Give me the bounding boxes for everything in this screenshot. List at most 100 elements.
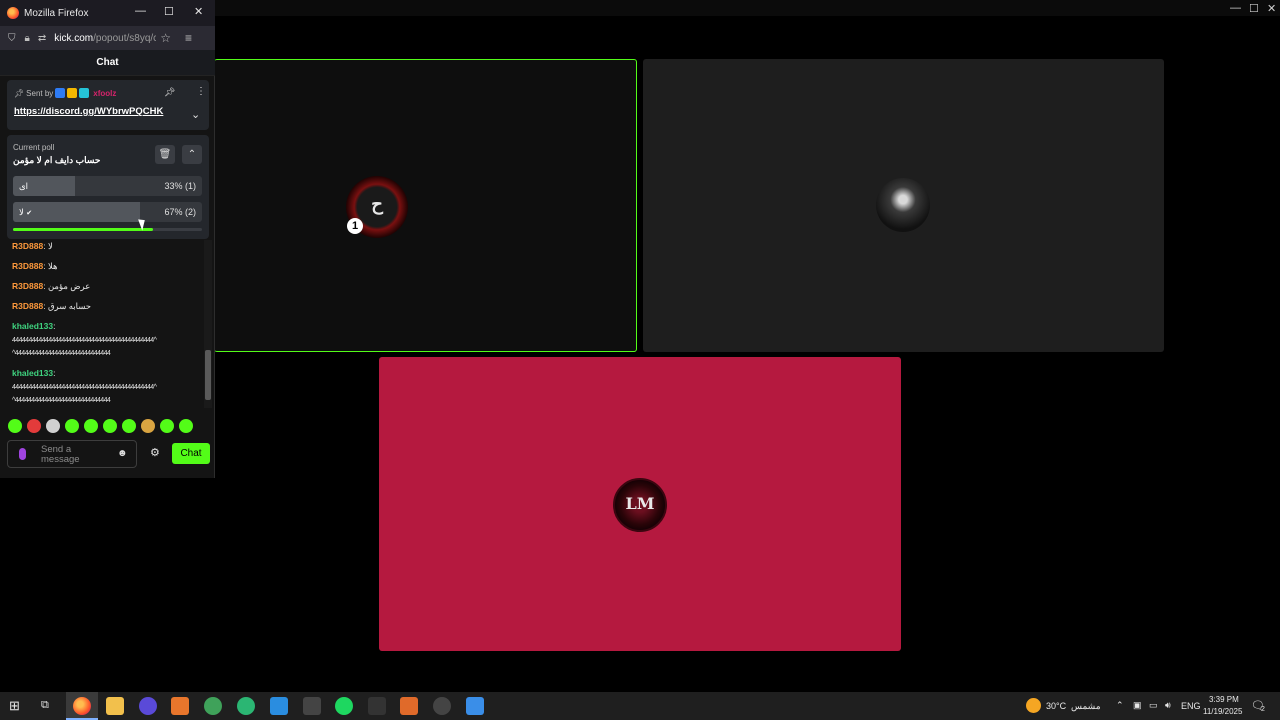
language-indicator[interactable]: ENG bbox=[1181, 701, 1201, 711]
address-bar[interactable]: ⛉ 🔒︎ ⇄ kick.com/popout/s8yq/ch ☆ ≡ bbox=[0, 26, 215, 50]
chat-message: R3D888: هلا bbox=[12, 261, 58, 271]
emote-icon[interactable] bbox=[8, 419, 22, 433]
app-icon[interactable] bbox=[433, 697, 451, 715]
chat-text: 4444444444444444444444444444444444444444… bbox=[12, 384, 157, 391]
vscode-icon[interactable] bbox=[270, 697, 288, 715]
chat-username[interactable]: R3D888 bbox=[12, 261, 43, 271]
emote-icon[interactable] bbox=[65, 419, 79, 433]
permissions-icon[interactable]: ⇄ bbox=[38, 33, 46, 44]
chat-header: Chat bbox=[0, 50, 215, 76]
clock-date[interactable]: 11/19/2025 bbox=[1203, 707, 1242, 716]
poll-option[interactable]: اى 33% (1) bbox=[13, 176, 202, 196]
chat-message: R3D888: لا bbox=[12, 241, 53, 251]
emote-icon[interactable] bbox=[160, 419, 174, 433]
poll-time-progress bbox=[13, 228, 202, 231]
chat-message-input[interactable]: Send a message ☻ bbox=[7, 440, 137, 468]
maximize-icon[interactable]: ☐ bbox=[1249, 2, 1259, 15]
chat-text: ^44444444444444444444444444444 bbox=[12, 397, 111, 404]
delete-poll-button[interactable]: 🗑︎ bbox=[155, 145, 175, 164]
notification-count: 2 bbox=[1261, 706, 1265, 713]
start-windows-icon[interactable]: ⊞ bbox=[9, 698, 20, 714]
badge-icon bbox=[55, 88, 66, 98]
emote-icon[interactable] bbox=[122, 419, 136, 433]
bookmark-star-icon[interactable]: ☆ bbox=[160, 31, 171, 45]
shield-icon[interactable]: ⛉ bbox=[8, 33, 16, 44]
app-icon[interactable] bbox=[237, 697, 255, 715]
chat-text: لا bbox=[47, 241, 53, 251]
emote-icon[interactable] bbox=[179, 419, 193, 433]
menu-icon[interactable]: ≡ bbox=[185, 31, 192, 45]
file-explorer-icon[interactable] bbox=[106, 697, 124, 715]
emote-bar bbox=[8, 419, 193, 433]
current-poll: Current poll حساب دايف ام لا مؤمن 🗑︎ ⌃ ا… bbox=[7, 135, 209, 239]
app-icon[interactable] bbox=[139, 697, 157, 715]
chat-text: عرض مؤمن bbox=[47, 281, 91, 291]
scrollbar-thumb[interactable] bbox=[205, 350, 211, 400]
chat-username[interactable]: R3D888 bbox=[12, 281, 43, 291]
chevron-down-icon[interactable]: ⌄ bbox=[191, 108, 200, 121]
clock-time[interactable]: 3:39 PM bbox=[1209, 695, 1239, 704]
network-icon[interactable]: ▭ bbox=[1149, 700, 1158, 711]
spotify-icon[interactable] bbox=[335, 697, 353, 715]
participant-avatar: LM bbox=[613, 478, 667, 532]
app-icon[interactable] bbox=[466, 697, 484, 715]
close-icon[interactable]: ✕ bbox=[194, 5, 203, 18]
crown-badge-icon bbox=[67, 88, 78, 98]
maximize-icon[interactable]: ☐ bbox=[164, 5, 174, 18]
minimize-icon[interactable]: — bbox=[1230, 2, 1241, 14]
emoji-icon[interactable]: ☻ bbox=[117, 448, 128, 459]
chat-scrollbar[interactable] bbox=[204, 240, 212, 408]
emote-icon[interactable] bbox=[103, 419, 117, 433]
chat-input-row: Send a message ☻ ⚙ Chat bbox=[7, 440, 210, 468]
weather-temperature[interactable]: 30°C bbox=[1046, 701, 1066, 711]
pinned-link[interactable]: https://discord.gg/WYbrwPQCHK bbox=[14, 106, 163, 117]
chat-username[interactable]: khaled133 bbox=[12, 321, 53, 331]
emote-icon[interactable] bbox=[46, 419, 60, 433]
poll-option-percent: 33% (1) bbox=[164, 181, 196, 191]
poll-option-label: لا ✔︎ bbox=[19, 207, 33, 217]
emote-icon[interactable] bbox=[141, 419, 155, 433]
firefox-logo-icon bbox=[7, 7, 19, 19]
chevron-up-icon[interactable]: ⌃ bbox=[1116, 700, 1124, 711]
chat-username[interactable]: khaled133 bbox=[12, 368, 53, 378]
pinned-username[interactable]: xfoolz bbox=[93, 89, 116, 98]
emote-icon[interactable] bbox=[27, 419, 41, 433]
more-options-icon[interactable]: ⋮ bbox=[196, 86, 206, 97]
task-view-icon[interactable]: ⧉ bbox=[41, 699, 49, 712]
emote-icon[interactable] bbox=[84, 419, 98, 433]
close-icon[interactable]: ✕ bbox=[1267, 2, 1276, 15]
volume-icon[interactable]: 🔊︎ bbox=[1165, 700, 1171, 711]
firefox-chat-popout-window: Mozilla Firefox — ☐ ✕ ⛉ 🔒︎ ⇄ kick.com/po… bbox=[0, 0, 215, 478]
poll-label: Current poll bbox=[13, 143, 55, 152]
minimize-icon[interactable]: — bbox=[135, 5, 146, 17]
app-icon[interactable] bbox=[171, 697, 189, 715]
chat-username[interactable]: R3D888 bbox=[12, 301, 43, 311]
app-icon[interactable] bbox=[303, 697, 321, 715]
video-tile-speaking[interactable] bbox=[214, 59, 637, 352]
weather-sun-icon[interactable] bbox=[1026, 698, 1041, 713]
url-text[interactable]: kick.com/popout/s8yq/ch bbox=[54, 33, 156, 44]
chat-message: R3D888: حسابه سرق bbox=[12, 301, 92, 311]
firefox-icon[interactable] bbox=[73, 697, 91, 715]
weather-description[interactable]: مشمس bbox=[1071, 701, 1101, 712]
tray-icon[interactable]: ▣ bbox=[1133, 700, 1142, 711]
pin-icon: 📌︎ bbox=[14, 88, 25, 98]
chat-username[interactable]: R3D888 bbox=[12, 241, 43, 251]
poll-option[interactable]: لا ✔︎ 67% (2) bbox=[13, 202, 202, 222]
chat-text: هلا bbox=[47, 261, 58, 271]
lock-icon[interactable]: 🔒︎ bbox=[25, 33, 30, 44]
gear-icon[interactable]: ⚙ bbox=[150, 446, 160, 459]
app-icon[interactable] bbox=[400, 697, 418, 715]
chat-message: R3D888: عرض مؤمن bbox=[12, 281, 91, 291]
input-placeholder: Send a message bbox=[41, 444, 80, 465]
poll-question: حساب دايف ام لا مؤمن bbox=[13, 155, 101, 165]
background-window-titlebar bbox=[215, 0, 1280, 16]
send-chat-button[interactable]: Chat bbox=[172, 443, 210, 464]
xbox-icon[interactable] bbox=[204, 697, 222, 715]
epic-games-icon[interactable] bbox=[368, 697, 386, 715]
microphone-icon[interactable] bbox=[19, 448, 26, 460]
collapse-poll-button[interactable]: ⌃ bbox=[182, 145, 202, 164]
pin-icon[interactable]: 📌︎ bbox=[164, 87, 175, 98]
taskbar: ⊞ ⧉ 30°C مشمس ⌃ ▣ ▭ 🔊︎ ENG 3:39 PM 11/19… bbox=[0, 692, 1280, 720]
pinned-message: 📌︎ Sent by xfoolz 📌︎ ⋮ https://discord.g… bbox=[7, 80, 209, 130]
